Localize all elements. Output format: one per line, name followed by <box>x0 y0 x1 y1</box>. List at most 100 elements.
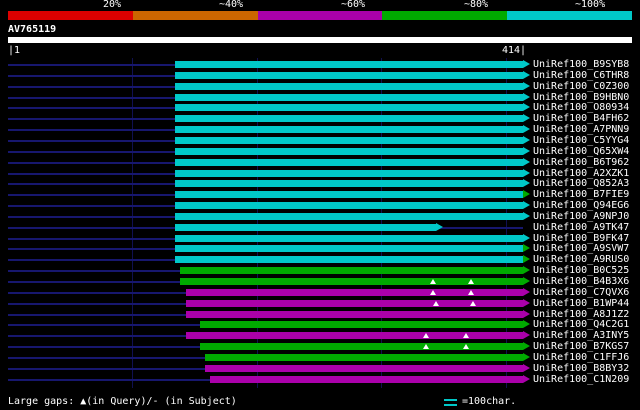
query-gap-marker-icon <box>468 290 474 295</box>
query-gap-marker-icon <box>423 344 429 349</box>
hit-label[interactable]: UniRef100_C6THR8 <box>533 71 629 81</box>
identity-key-segment <box>382 11 508 20</box>
hit-bar[interactable] <box>175 256 523 263</box>
hit-label[interactable]: UniRef100_C5YYG4 <box>533 136 629 146</box>
query-gap-marker-icon <box>423 333 429 338</box>
hit-bar[interactable] <box>175 61 523 68</box>
hit-label[interactable]: UniRef100_C1FFJ6 <box>533 353 629 363</box>
identity-key-segment <box>507 11 632 20</box>
hit-bar[interactable] <box>175 180 523 187</box>
hit-arrow-icon <box>523 125 530 133</box>
hit-arrow-icon <box>523 136 530 144</box>
hit-bar[interactable] <box>210 376 523 383</box>
hit-arrow-icon <box>523 93 530 101</box>
hit-arrow-icon <box>523 320 530 328</box>
hit-arrow-icon <box>523 103 530 111</box>
hit-bar[interactable] <box>175 191 523 198</box>
hit-label[interactable]: UniRef100_B7KGS7 <box>533 342 629 352</box>
hit-arrow-icon <box>523 212 530 220</box>
hit-label[interactable]: UniRef100_B6T962 <box>533 158 629 168</box>
identity-key-segment <box>8 11 133 20</box>
hit-arrow-icon <box>523 353 530 361</box>
hit-bar[interactable] <box>175 148 523 155</box>
hit-bar[interactable] <box>175 137 523 144</box>
hit-bar[interactable] <box>175 235 523 242</box>
hit-arrow-icon <box>523 244 530 252</box>
hit-label[interactable]: UniRef100_B4FH62 <box>533 114 629 124</box>
hit-label[interactable]: UniRef100_B4B3X6 <box>533 277 629 287</box>
query-gap-marker-icon <box>430 290 436 295</box>
hit-label[interactable]: UniRef100_A9NPJ0 <box>533 212 629 222</box>
hit-bar[interactable] <box>175 202 523 209</box>
hit-bar[interactable] <box>186 332 523 339</box>
hit-arrow-icon <box>523 310 530 318</box>
hit-label[interactable]: UniRef100_B7FIE9 <box>533 190 629 200</box>
query-gap-marker-icon <box>433 301 439 306</box>
hit-bar[interactable] <box>205 354 523 361</box>
hit-bar[interactable] <box>200 321 523 328</box>
hit-label[interactable]: UniRef100_B0C525 <box>533 266 629 276</box>
query-gap-marker-icon <box>463 344 469 349</box>
hit-arrow-icon <box>523 266 530 274</box>
hit-label[interactable]: UniRef100_O80934 <box>533 103 629 113</box>
hit-arrow-icon <box>523 147 530 155</box>
hit-label[interactable]: UniRef100_A9SVW7 <box>533 244 629 254</box>
hit-bar[interactable] <box>180 267 523 274</box>
hit-label[interactable]: UniRef100_Q4C2G1 <box>533 320 629 330</box>
query-gap-marker-icon <box>463 333 469 338</box>
hit-bar[interactable] <box>175 104 523 111</box>
hit-bar[interactable] <box>186 311 523 318</box>
identity-key-label: ~80% <box>464 0 489 10</box>
hit-label[interactable]: UniRef100_A3INY5 <box>533 331 629 341</box>
hit-arrow-icon <box>523 169 530 177</box>
hit-arrow-icon <box>523 190 530 198</box>
hit-label[interactable]: UniRef100_C7QVX6 <box>533 288 629 298</box>
query-gap-marker-icon <box>468 279 474 284</box>
hit-bar[interactable] <box>175 213 523 220</box>
identity-key-segment <box>132 11 258 20</box>
hit-label[interactable]: UniRef100_B8BY32 <box>533 364 629 374</box>
hit-arrow-icon <box>523 299 530 307</box>
scale-legend-icon <box>444 399 457 406</box>
hit-arrow-icon <box>523 331 530 339</box>
hit-arrow-icon <box>523 71 530 79</box>
hit-bar[interactable] <box>175 224 436 231</box>
hit-label[interactable]: UniRef100_B1WP44 <box>533 299 629 309</box>
hit-bar[interactable] <box>205 365 523 372</box>
identity-key-segment <box>257 11 383 20</box>
hit-label[interactable]: UniRef100_Q852A3 <box>533 179 629 189</box>
query-title: AV765119 <box>8 24 57 35</box>
hit-arrow-icon <box>523 60 530 68</box>
hit-arrow-icon <box>523 114 530 122</box>
hit-bar[interactable] <box>175 72 523 79</box>
query-gap-marker-icon <box>470 301 476 306</box>
alignment-viewer: 20% ~40% ~60% ~80% ~100% AV765119 |1 414| Un… <box>0 0 640 410</box>
hit-label[interactable]: UniRef100_B9SYB8 <box>533 60 629 70</box>
gaps-legend: Large gaps: ▲(in Query)/- (in Subject) <box>8 396 237 407</box>
hit-arrow-icon <box>436 223 443 231</box>
hit-arrow-icon <box>523 288 530 296</box>
hit-bar[interactable] <box>175 115 523 122</box>
hit-bar[interactable] <box>175 83 523 90</box>
hit-bar[interactable] <box>175 245 523 252</box>
hit-bar[interactable] <box>175 170 523 177</box>
hit-arrow-icon <box>523 158 530 166</box>
hit-label[interactable]: UniRef100_C0Z300 <box>533 82 629 92</box>
hit-label[interactable]: UniRef100_A7PNN9 <box>533 125 629 135</box>
hit-label[interactable]: UniRef100_A9TK47 <box>533 223 629 233</box>
identity-key-label: ~60% <box>341 0 366 10</box>
hit-label[interactable]: UniRef100_Q94EG6 <box>533 201 629 211</box>
query-gap-marker-icon <box>430 279 436 284</box>
hit-arrow-icon <box>523 375 530 383</box>
hit-arrow-icon <box>523 82 530 90</box>
hit-arrow-icon <box>523 179 530 187</box>
hit-bar[interactable] <box>175 126 523 133</box>
hit-bar[interactable] <box>175 94 523 101</box>
hit-arrow-icon <box>523 342 530 350</box>
hit-bar[interactable] <box>175 159 523 166</box>
hit-label[interactable]: UniRef100_C1N209 <box>533 375 629 385</box>
hit-bar[interactable] <box>200 343 523 350</box>
identity-key-label: ~100% <box>575 0 606 10</box>
hit-label[interactable]: UniRef100_A9RUS0 <box>533 255 629 265</box>
hit-label[interactable]: UniRef100_Q65XW4 <box>533 147 629 157</box>
